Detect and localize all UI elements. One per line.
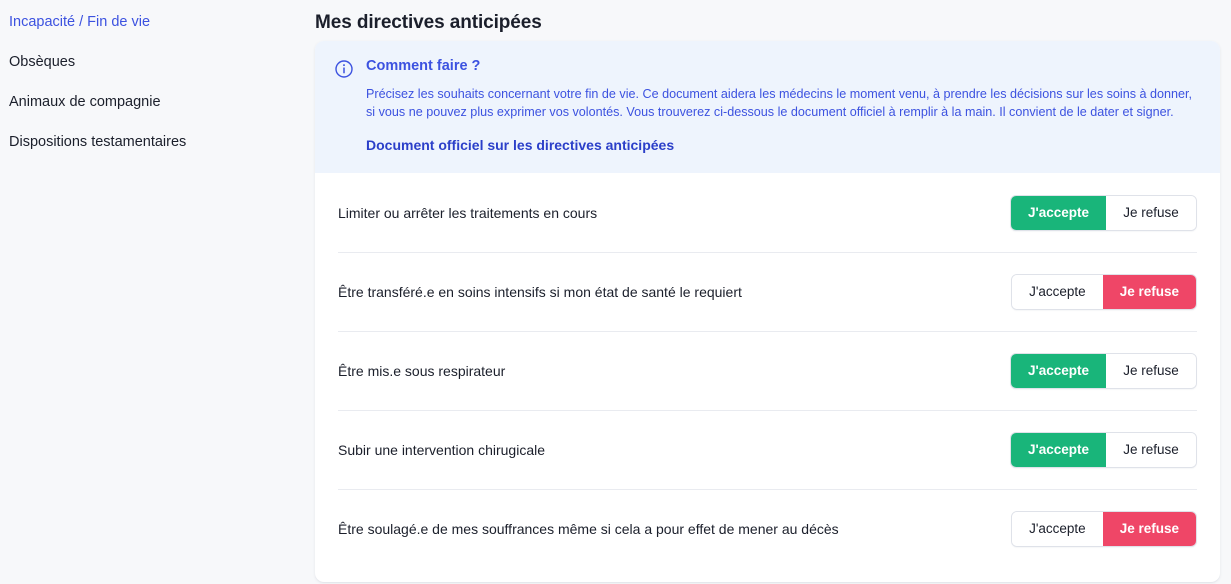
sidebar-item-animaux-de-compagnie[interactable]: Animaux de compagnie <box>0 82 300 122</box>
info-banner-text: Précisez les souhaits concernant votre f… <box>366 87 1193 119</box>
sidebar-item-label: Dispositions testamentaires <box>9 134 187 150</box>
sidebar-item-label: Obsèques <box>9 54 76 70</box>
directive-label: Être transféré.e en soins intensifs si m… <box>338 283 742 300</box>
directive-choice-group[interactable]: J'accepte Je refuse <box>1009 194 1197 231</box>
refuse-button[interactable]: Je refuse <box>1106 432 1196 467</box>
sidebar-item-label: Incapacité / Fin de vie <box>9 14 151 30</box>
page-title: Mes directives anticipées <box>315 12 542 33</box>
sidebar-item-list: Incapacité / Fin de vie Obsèques Animaux… <box>0 0 300 162</box>
directive-choice-group[interactable]: J'accepte Je refuse <box>1011 273 1197 310</box>
main-content: Mes directives anticipées Comment faire … <box>300 0 1231 584</box>
directive-label: Subir une intervention chirugicale <box>338 441 546 458</box>
directive-label: Limiter ou arrêter les traitements en co… <box>338 204 598 221</box>
sidebar-item-obseques[interactable]: Obsèques <box>0 42 300 82</box>
directive-choice-group[interactable]: J'accepte Je refuse <box>1011 510 1197 547</box>
refuse-button[interactable]: Je refuse <box>1106 353 1196 388</box>
sidebar-item-label: Animaux de compagnie <box>9 94 161 110</box>
accept-button[interactable]: J'accepte <box>1012 511 1103 546</box>
directive-label: Être soulagé.e de mes souffrances même s… <box>338 520 839 537</box>
app-page: Incapacité / Fin de vie Obsèques Animaux… <box>0 0 1231 584</box>
directive-choice-group[interactable]: J'accepte Je refuse <box>1009 352 1197 389</box>
refuse-button[interactable]: Je refuse <box>1106 195 1196 230</box>
card-bottom-padding <box>315 568 1220 582</box>
accept-button[interactable]: J'accepte <box>1010 432 1106 467</box>
directives-list: Limiter ou arrêter les traitements en co… <box>315 173 1220 568</box>
directive-row: Subir une intervention chirugicale J'acc… <box>338 410 1197 489</box>
directive-row: Limiter ou arrêter les traitements en co… <box>338 173 1197 252</box>
accept-button[interactable]: J'accepte <box>1010 353 1106 388</box>
refuse-button[interactable]: Je refuse <box>1102 274 1196 309</box>
directive-row: Être mis.e sous respirateur J'accepte Je… <box>338 331 1197 410</box>
sidebar-navigation: Incapacité / Fin de vie Obsèques Animaux… <box>0 0 300 584</box>
info-banner-title: Comment faire ? <box>366 58 481 74</box>
directives-card: Comment faire ? Précisez les souhaits co… <box>315 41 1220 582</box>
accept-button[interactable]: J'accepte <box>1012 274 1103 309</box>
official-document-link[interactable]: Document officiel sur les directives ant… <box>366 136 674 155</box>
directive-label: Être mis.e sous respirateur <box>338 362 506 379</box>
how-to-info-banner: Comment faire ? Précisez les souhaits co… <box>315 41 1220 173</box>
info-banner-body: Comment faire ? Précisez les souhaits co… <box>366 57 1198 155</box>
sidebar-item-dispositions-testamentaires[interactable]: Dispositions testamentaires <box>0 122 300 162</box>
sidebar-item-incapacite-fin-de-vie[interactable]: Incapacité / Fin de vie <box>0 0 300 42</box>
refuse-button[interactable]: Je refuse <box>1102 511 1196 546</box>
directive-row: Être soulagé.e de mes souffrances même s… <box>338 489 1197 568</box>
directive-row: Être transféré.e en soins intensifs si m… <box>338 252 1197 331</box>
directive-choice-group[interactable]: J'accepte Je refuse <box>1009 431 1197 468</box>
accept-button[interactable]: J'accepte <box>1010 195 1106 230</box>
info-circle-icon <box>335 60 353 78</box>
